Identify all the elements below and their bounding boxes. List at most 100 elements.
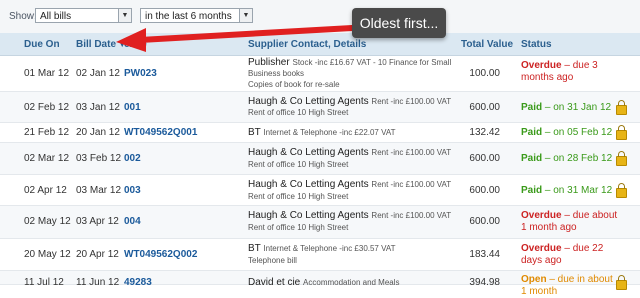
bill-reference-link[interactable]: 004 [124, 216, 141, 228]
column-bill-date[interactable]: Bill Date ▼ [76, 39, 126, 50]
bill-description-line2: Rent of office 10 High Street [248, 160, 349, 169]
due-date: 02 May 12 [24, 216, 71, 227]
table-row[interactable]: 21 Feb 12 20 Jan 12 WT049562Q001 BT Inte… [0, 123, 640, 143]
bill-description-line2: Rent of office 10 High Street [248, 223, 349, 232]
column-total[interactable]: Total Value [461, 39, 513, 50]
bill-reference-link[interactable]: 49283 [124, 277, 152, 289]
status-text: Paid – on 31 Jan 12 [521, 102, 621, 114]
due-date: 02 Apr 12 [24, 185, 67, 196]
bill-date: 03 Mar 12 [76, 185, 122, 196]
table-row[interactable]: 02 May 12 03 Apr 12 004 Haugh & Co Letti… [0, 206, 640, 239]
supplier-details: Haugh & Co Letting Agents Rent -inc £100… [248, 147, 451, 159]
total-value: 600.00 [469, 153, 500, 164]
bill-date: 20 Apr 12 [76, 249, 119, 260]
status-detail: – on 28 Feb 12 [542, 153, 613, 164]
bill-reference-link[interactable]: 003 [124, 185, 141, 197]
bill-date: 11 Jun 12 [76, 277, 120, 288]
bill-date: 03 Jan 12 [76, 102, 120, 113]
total-value: 132.42 [469, 127, 500, 138]
total-value: 394.98 [469, 277, 500, 288]
supplier-account: Rent -inc £100.00 VAT [371, 148, 452, 157]
table-row[interactable]: 02 Apr 12 03 Mar 12 003 Haugh & Co Letti… [0, 175, 640, 206]
filter-bar: Show: All bills ▼ in the last 6 months ▼ [0, 0, 640, 34]
total-value: 183.44 [469, 249, 500, 260]
bill-reference-link[interactable]: 001 [124, 102, 141, 114]
due-date: 21 Feb 12 [24, 127, 70, 138]
bill-reference-link[interactable]: PW023 [124, 68, 157, 80]
status-word: Paid [521, 102, 543, 113]
total-value: 600.00 [469, 185, 500, 196]
lock-icon [616, 275, 627, 290]
status-text: Overdue – due about 1 month ago [521, 210, 621, 234]
status-word: Open [521, 274, 547, 285]
lock-icon [616, 151, 627, 166]
supplier-account: Rent -inc £100.00 VAT [371, 180, 452, 189]
period-filter-select[interactable]: in the last 6 months ▼ [140, 8, 253, 23]
status-word: Paid [521, 127, 543, 138]
table-row[interactable]: 01 Mar 12 02 Jan 12 PW023 Publisher Stoc… [0, 56, 640, 92]
status-word: Paid [521, 185, 543, 196]
bill-description-line2: Telephone bill [248, 256, 297, 265]
supplier-name: Haugh & Co Letting Agents [248, 147, 369, 158]
column-bill-date-label: Bill Date [76, 39, 117, 50]
supplier-account: Rent -inc £100.00 VAT [371, 211, 452, 220]
supplier-details: BT Internet & Telephone -inc £22.07 VAT [248, 127, 395, 139]
status-detail: – on 31 Jan 12 [542, 102, 612, 113]
status-text: Paid – on 05 Feb 12 [521, 127, 621, 139]
bill-description-line2: Rent of office 10 High Street [248, 108, 349, 117]
table-row[interactable]: 11 Jul 12 11 Jun 12 49283 David et cie A… [0, 271, 640, 297]
column-supplier[interactable]: Supplier Contact, Details [248, 39, 366, 50]
column-due-on[interactable]: Due On [24, 39, 60, 50]
period-filter-value: in the last 6 months [145, 11, 232, 22]
table-header: Due On Bill Date ▼ ence Supplier Contact… [0, 33, 640, 56]
due-date: 20 May 12 [24, 249, 71, 260]
bill-reference-link[interactable]: WT049562Q002 [124, 249, 197, 261]
table-row[interactable]: 02 Mar 12 03 Feb 12 002 Haugh & Co Letti… [0, 143, 640, 175]
supplier-account: Stock -inc £16.67 VAT - 10 Finance for S… [292, 58, 452, 67]
bills-filter-value: All bills [40, 11, 72, 22]
status-word: Paid [521, 153, 543, 164]
annotation-callout: Oldest first... [352, 8, 446, 38]
status-text: Paid – on 28 Feb 12 [521, 153, 621, 165]
total-value: 600.00 [469, 102, 500, 113]
supplier-details: David et cie Accommodation and Meals [248, 277, 400, 289]
supplier-account: Internet & Telephone -inc £30.57 VAT [263, 244, 396, 253]
supplier-details: Haugh & Co Letting Agents Rent -inc £100… [248, 179, 451, 191]
table-row[interactable]: 02 Feb 12 03 Jan 12 001 Haugh & Co Letti… [0, 92, 640, 123]
status-detail: – on 31 Mar 12 [542, 185, 613, 196]
column-reference[interactable]: ence [124, 39, 147, 50]
total-value: 100.00 [469, 68, 500, 79]
bill-description-line2: Rent of office 10 High Street [248, 192, 349, 201]
due-date: 02 Mar 12 [24, 153, 70, 164]
lock-icon [616, 183, 627, 198]
status-text: Overdue – due 22 days ago [521, 243, 621, 267]
chevron-down-icon[interactable]: ▼ [239, 9, 252, 22]
supplier-name: Haugh & Co Letting Agents [248, 96, 369, 107]
supplier-name: Haugh & Co Letting Agents [248, 210, 369, 221]
supplier-name: David et cie [248, 277, 301, 288]
status-text: Open – due in about 1 month [521, 274, 621, 298]
table-row[interactable]: 20 May 12 20 Apr 12 WT049562Q002 BT Inte… [0, 239, 640, 271]
bill-description-line3: Copies of book for re-sale [248, 80, 340, 89]
supplier-account: Accommodation and Meals [303, 278, 400, 287]
lock-icon [616, 125, 627, 140]
column-status[interactable]: Status [521, 39, 552, 50]
status-text: Paid – on 31 Mar 12 [521, 185, 621, 197]
status-text: Overdue – due 3 months ago [521, 60, 621, 84]
show-label: Show: [9, 11, 37, 22]
bill-reference-link[interactable]: WT049562Q001 [124, 127, 197, 139]
bills-filter-select[interactable]: All bills ▼ [35, 8, 132, 23]
bill-date: 03 Feb 12 [76, 153, 122, 164]
due-date: 01 Mar 12 [24, 68, 70, 79]
bill-date: 03 Apr 12 [76, 216, 119, 227]
chevron-down-icon[interactable]: ▼ [118, 9, 131, 22]
status-word: Overdue [521, 210, 562, 221]
lock-icon [616, 100, 627, 115]
supplier-details: BT Internet & Telephone -inc £30.57 VAT [248, 243, 395, 255]
status-detail: – on 05 Feb 12 [542, 127, 613, 138]
due-date: 11 Jul 12 [24, 277, 64, 288]
bill-date: 20 Jan 12 [76, 127, 120, 138]
total-value: 600.00 [469, 216, 500, 227]
bill-reference-link[interactable]: 002 [124, 153, 141, 165]
supplier-name: Publisher [248, 57, 290, 68]
